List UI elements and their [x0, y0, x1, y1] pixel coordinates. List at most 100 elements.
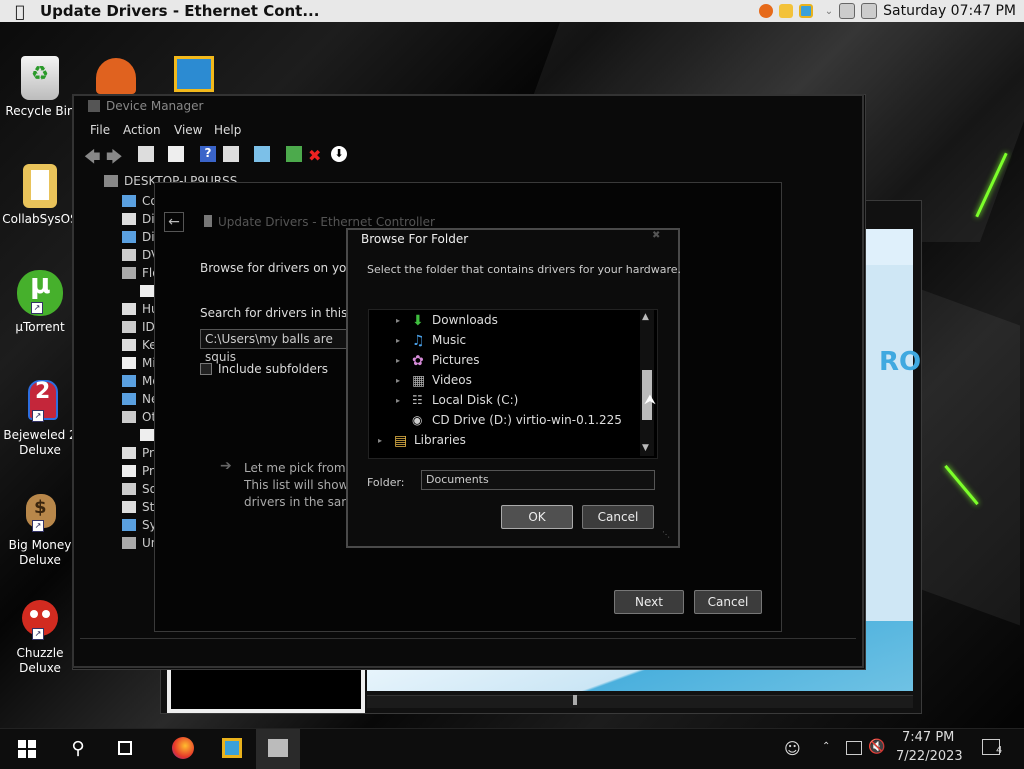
device-tree-item[interactable]: Di	[122, 210, 155, 228]
uninstall-icon[interactable]: ✖	[308, 146, 324, 165]
browse-cancel-button[interactable]: Cancel	[582, 505, 654, 529]
update-cancel-button[interactable]: Cancel	[694, 590, 762, 614]
desktop-icon-chuzzle[interactable]: ↗ Chuzzle Deluxe	[0, 598, 80, 676]
expand-caret-icon[interactable]: ▸	[396, 396, 406, 405]
firefox-icon[interactable]	[758, 4, 773, 18]
include-subfolders-row[interactable]: Include subfolders	[200, 362, 328, 376]
volume-muted-icon[interactable]	[861, 3, 878, 19]
taskbar-device-manager-icon[interactable]	[256, 729, 300, 769]
chuzzle-icon: ↗	[18, 598, 62, 642]
folder-name-input[interactable]: Documents	[421, 470, 655, 490]
expand-caret-icon[interactable]: ▸	[396, 356, 406, 365]
next-button[interactable]: Next	[614, 590, 684, 614]
desktop-icon-big-money[interactable]: $ ↗ Big Money Deluxe	[0, 490, 80, 568]
virtualbox-desktop-icon[interactable]	[174, 56, 214, 92]
close-icon[interactable]: ✖	[652, 230, 660, 241]
driver-path-input[interactable]: C:\Users\my balls are squis	[200, 329, 350, 364]
device-category-icon	[122, 195, 136, 207]
folder-tree-label: Local Disk (C:)	[432, 393, 519, 407]
device-tree-item[interactable]: Di	[122, 228, 155, 246]
device-category-icon	[122, 249, 136, 261]
back-icon[interactable]: ←	[164, 212, 184, 232]
resize-grip-icon[interactable]: ⋱	[662, 530, 670, 539]
scroll-down-icon[interactable]: ▼	[642, 443, 649, 453]
scroll-up-icon[interactable]: ▲	[642, 312, 649, 322]
view-icon[interactable]	[223, 146, 239, 162]
update-driver-icon[interactable]	[286, 146, 302, 162]
device-tree-item[interactable]: Mi	[122, 354, 156, 372]
device-tree-item[interactable]: Ke	[122, 336, 157, 354]
folder-tree-item[interactable]: ▸ ▦ Videos	[396, 370, 472, 390]
browse-folder-title: Browse For Folder	[361, 232, 469, 246]
folder-tree-item[interactable]: ▸ ⬇ Downloads	[396, 310, 498, 330]
expand-caret-icon[interactable]: ▸	[396, 316, 406, 325]
device-manager-titlebar[interactable]: Device Manager	[88, 99, 203, 113]
device-tree-item[interactable]: Un	[122, 534, 158, 552]
device-tree-item[interactable]: Pri	[122, 462, 157, 480]
start-button[interactable]	[6, 729, 50, 769]
cd-drive-icon: ◉	[412, 413, 423, 427]
pictures-icon: ✿	[412, 353, 424, 369]
scrollbar-thumb[interactable]	[573, 695, 577, 705]
device-category-icon	[122, 339, 136, 351]
taskbar-date[interactable]: 7/22/2023	[896, 749, 963, 764]
desktop-icon-collabsysos[interactable]: CollabSysOS	[0, 164, 80, 227]
taskbar-virtualbox-icon[interactable]	[210, 729, 254, 769]
folder-tree-item[interactable]: ▸ ✿ Pictures	[396, 350, 480, 370]
device-tree-item[interactable]: St	[122, 498, 154, 516]
device-tree-item[interactable]: Pr	[122, 444, 154, 462]
device-tree-item[interactable]: Ne	[122, 390, 158, 408]
desktop-icon-recycle-bin[interactable]: ♻ Recycle Bin	[0, 56, 80, 119]
taskbar-time[interactable]: 7:47 PM	[902, 730, 954, 745]
download-circle-icon[interactable]: ⬇	[331, 146, 347, 162]
device-tree-item[interactable]: So	[122, 480, 157, 498]
desktop-icon-bejeweled[interactable]: 2 ↗ Bejeweled 2 Deluxe	[0, 380, 80, 458]
network-icon[interactable]	[846, 741, 862, 755]
list-icon[interactable]	[168, 146, 184, 162]
menu-help[interactable]: Help	[214, 123, 241, 137]
virtualbox-icon[interactable]	[798, 4, 813, 18]
include-subfolders-checkbox[interactable]	[200, 363, 212, 375]
device-category-icon	[140, 429, 154, 441]
forward-arrow-icon[interactable]: 🡆	[106, 146, 123, 166]
folder-tree-item[interactable]: ▸ ☷ Local Disk (C:)	[396, 390, 518, 410]
menu-action[interactable]: Action	[123, 123, 161, 137]
device-tree-item[interactable]: Co	[122, 192, 158, 210]
help-icon[interactable]: ?	[200, 146, 216, 162]
desktop-icon-utorrent[interactable]: µ ↗ µTorrent	[0, 270, 80, 335]
scan-hardware-icon[interactable]	[254, 146, 270, 162]
device-tree-item[interactable]: Sy	[122, 516, 157, 534]
speaker-muted-icon[interactable]: 🔇	[868, 739, 885, 755]
taskbar-firefox-icon[interactable]	[160, 729, 204, 769]
people-icon[interactable]: ☺	[784, 739, 801, 758]
properties-icon[interactable]	[138, 146, 154, 162]
expand-caret-icon[interactable]: ▸	[396, 376, 406, 385]
network-error-icon[interactable]	[839, 3, 856, 19]
task-view-icon[interactable]	[104, 729, 148, 769]
blender-icon[interactable]	[96, 58, 136, 94]
menu-view[interactable]: View	[174, 123, 202, 137]
back-arrow-icon[interactable]: 🡄	[84, 146, 101, 166]
top-menu-bar:  Update Drivers - Ethernet Cont... ⌄ Sa…	[0, 0, 1024, 22]
window-title: Device Manager	[106, 99, 204, 113]
device-category-icon	[122, 357, 136, 369]
chevron-down-icon[interactable]: ⌄	[825, 6, 833, 17]
device-tree-item[interactable]: Ot	[122, 408, 156, 426]
let-me-pick-link[interactable]: Let me pick from This list will show dri…	[244, 460, 353, 511]
chevron-up-icon[interactable]: ⌃	[822, 741, 830, 752]
horizontal-scrollbar[interactable]	[367, 695, 913, 708]
desktop-icon-label: Recycle Bin	[5, 104, 75, 118]
menubar-clock[interactable]: Saturday 07:47 PM	[883, 3, 1016, 19]
ok-button[interactable]: OK	[501, 505, 573, 529]
folder-tree-item[interactable]: ◉ CD Drive (D:) virtio-win-0.1.225	[396, 410, 622, 430]
device-category-icon	[122, 483, 136, 495]
device-category-icon	[122, 393, 136, 405]
search-icon[interactable]: ⚲	[56, 729, 100, 769]
apple-icon[interactable]: 	[0, 2, 40, 21]
folder-icon[interactable]	[778, 4, 793, 18]
expand-caret-icon[interactable]: ▸	[396, 336, 406, 345]
folder-tree-item[interactable]: ▸ ♫ Music	[396, 330, 466, 350]
expand-caret-icon[interactable]: ▸	[378, 436, 388, 445]
menu-file[interactable]: File	[90, 123, 110, 137]
folder-tree-item[interactable]: ▸ ▤ Libraries	[378, 430, 466, 450]
